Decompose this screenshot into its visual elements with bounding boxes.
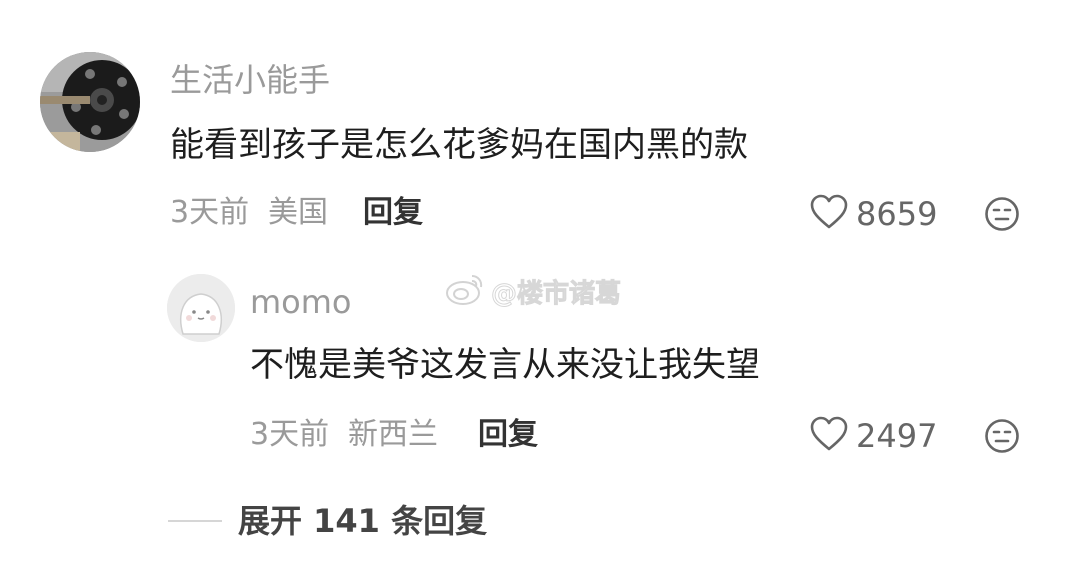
avatar-image [167,274,235,342]
comment-text: 能看到孩子是怎么花爹妈在国内黑的款 [170,125,748,165]
watermark: @楼市诸葛 [445,272,622,310]
comment-like-button[interactable]: 8659 [810,194,937,234]
expressionless-face-icon [984,197,1020,236]
expand-replies-label: 展开 141 条回复 [238,502,488,540]
reply-time: 3天前 [250,417,330,452]
reply-like-count: 2497 [856,417,938,455]
avatar[interactable] [40,52,140,152]
comment-username[interactable]: 生活小能手 [170,64,330,96]
comment-time: 3天前 [170,195,250,230]
reply-like-button[interactable]: 2497 [810,416,937,456]
reply-username[interactable]: momo [250,286,352,318]
reply-location: 新西兰 [348,417,438,452]
divider-line [168,520,222,522]
weibo-logo-icon [445,272,485,310]
watermark-text: @楼市诸葛 [490,278,622,309]
reply-emoji-button[interactable] [984,418,1020,458]
avatar-image [40,52,140,152]
comment-reply-button[interactable]: 回复 [363,198,423,228]
heart-icon [810,194,848,234]
expressionless-face-icon [984,419,1020,458]
heart-icon [810,416,848,456]
reply-avatar[interactable] [167,274,235,342]
comment-like-count: 8659 [856,195,938,233]
reply-text: 不愧是美爷这发言从来没让我失望 [250,345,760,385]
expand-replies-button[interactable]: 展开 141 条回复 [168,505,487,537]
comment-location: 美国 [268,195,328,230]
reply-reply-button[interactable]: 回复 [478,420,538,450]
comment-emoji-button[interactable] [984,196,1020,236]
